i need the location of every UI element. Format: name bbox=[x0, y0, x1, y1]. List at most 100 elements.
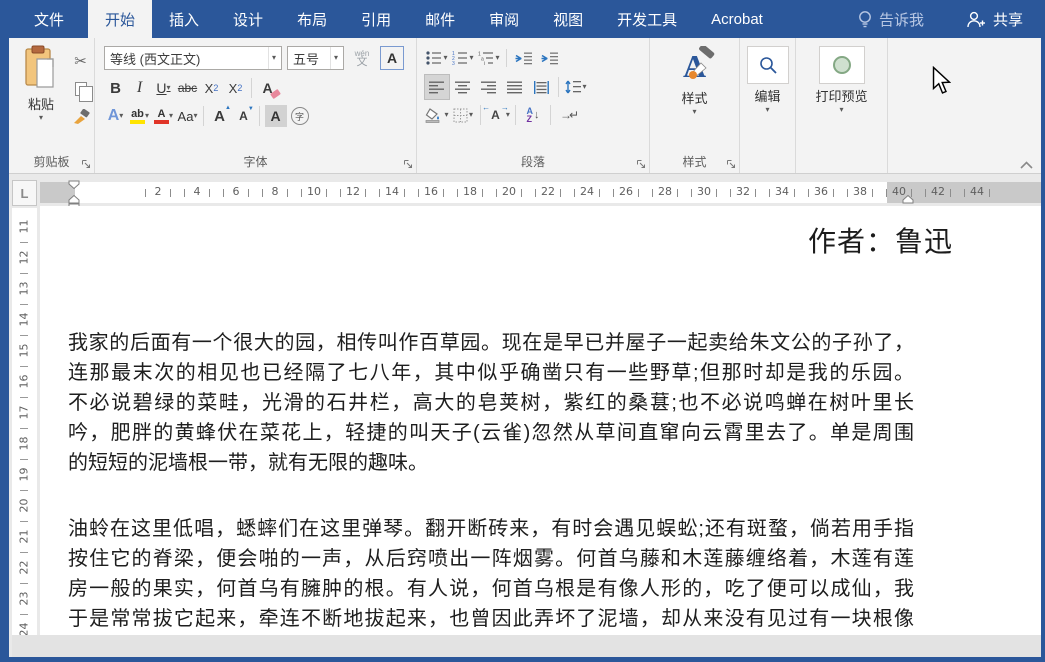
text-effects-button[interactable]: A ▾ bbox=[104, 104, 127, 128]
text-line[interactable]: 于是常常拔它起来，牵连不断地拔起来，也曾因此弄坏了泥墙，却从来没有见过有一块根像 bbox=[68, 604, 914, 634]
change-case-button[interactable]: Aa ▾ bbox=[176, 104, 199, 128]
bullets-button[interactable]: ▾ bbox=[425, 46, 449, 70]
subscript-button[interactable]: X2 bbox=[200, 76, 223, 100]
show-hide-marks-button[interactable]: →↵ bbox=[556, 103, 580, 127]
align-right-button[interactable] bbox=[477, 75, 501, 99]
text-line[interactable]: 连那最末次的相见也已经隔了七八年，其中似乎确凿只有一些野草;但那时却是我的乐园。 bbox=[68, 358, 914, 388]
share-button[interactable]: 共享 bbox=[966, 9, 1023, 30]
font-dialog-launcher[interactable] bbox=[403, 159, 413, 169]
tab-布局[interactable]: 布局 bbox=[280, 0, 344, 38]
paragraph-dialog-launcher[interactable] bbox=[636, 159, 646, 169]
distribute-text-button[interactable] bbox=[529, 75, 553, 99]
font-size-dropdown-arrow[interactable]: ▾ bbox=[329, 47, 341, 69]
tell-me-button[interactable]: 告诉我 bbox=[858, 9, 924, 30]
sort-button[interactable]: AZ ↓ bbox=[521, 103, 545, 127]
font-name-dropdown-arrow[interactable]: ▾ bbox=[267, 47, 279, 69]
v-ruler-tick bbox=[20, 428, 28, 429]
tab-开始[interactable]: 开始 bbox=[88, 0, 153, 38]
tab-邮件[interactable]: 邮件 bbox=[408, 0, 472, 38]
format-painter-button[interactable] bbox=[69, 105, 92, 128]
document-workspace: L 2 4 6 8 10 12 14 16 18 20 22 24 26 28 30 32 34 36 38 40 42… bbox=[9, 174, 1041, 657]
text-line[interactable]: 的短短的泥墙根一带，就有无限的趣味。 bbox=[68, 448, 914, 478]
paste-dropdown-arrow[interactable]: ▾ bbox=[39, 114, 43, 122]
underline-button[interactable]: U ▾ bbox=[152, 76, 175, 100]
font-size-combobox[interactable]: 五号 ▾ bbox=[287, 46, 344, 70]
superscript-button[interactable]: X2 bbox=[224, 76, 247, 100]
h-ruler-tick bbox=[145, 189, 146, 197]
increase-indent-button[interactable] bbox=[538, 46, 562, 70]
editing-dropdown-arrow[interactable]: ▾ bbox=[765, 106, 769, 114]
borders-button[interactable]: ▾ bbox=[451, 103, 475, 127]
character-shading-button[interactable]: A bbox=[264, 104, 287, 128]
text-line[interactable]: 按住它的脊梁，便会啪的一声，从后窍喷出一阵烟雾。何首乌藤和木莲藤缠络着，木莲有莲 bbox=[68, 544, 914, 574]
cut-button[interactable]: ✂ bbox=[69, 49, 92, 72]
author-line[interactable]: 作者：鲁迅 bbox=[808, 220, 953, 260]
vertical-ruler[interactable]: 11 12 13 14 15 16 17 18 19 20 21 22 23 24 bbox=[12, 208, 37, 637]
text-line[interactable]: 房一般的果实，何首乌有臃肿的根。有人说，何首乌根是有像人形的，吃了便可以成仙，我 bbox=[68, 574, 914, 604]
tab-开发工具[interactable]: 开发工具 bbox=[600, 0, 694, 38]
paste-button[interactable]: 粘贴 ▾ bbox=[17, 45, 65, 128]
first-line-indent-marker[interactable] bbox=[68, 180, 80, 189]
text-line[interactable]: 吟，肥胖的黄蜂伏在菜花上，轻捷的叫天子(云雀)忽然从草间直窜向云霄里去了。单是周… bbox=[68, 418, 914, 448]
justify-button[interactable] bbox=[503, 75, 527, 99]
character-border-button[interactable]: A bbox=[380, 46, 404, 70]
shrink-font-button[interactable]: A bbox=[232, 104, 255, 128]
decrease-indent-button[interactable] bbox=[512, 46, 536, 70]
strikethrough-button[interactable]: abc bbox=[176, 76, 199, 100]
shading-button[interactable]: ▾ bbox=[425, 103, 449, 127]
tab-Acrobat[interactable]: Acrobat bbox=[694, 0, 780, 38]
h-ruler-tick bbox=[574, 189, 575, 197]
enclose-characters-button[interactable]: 字 bbox=[288, 104, 311, 128]
paragraph-2[interactable]: 油蛉在这里低唱，蟋蟀们在这里弹琴。翻开断砖来，有时会遇见蜈蚣;还有斑蝥，倘若用手… bbox=[68, 514, 914, 634]
grow-font-button[interactable]: A bbox=[208, 104, 231, 128]
editing-button[interactable]: 编辑 ▾ bbox=[740, 38, 795, 114]
h-ruler-number: 26 bbox=[619, 185, 633, 198]
v-ruler-number: 11 bbox=[17, 219, 31, 234]
font-group-label[interactable]: 字体 bbox=[95, 154, 416, 172]
clipboard-dialog-launcher[interactable] bbox=[81, 159, 91, 169]
tab-设计[interactable]: 设计 bbox=[216, 0, 280, 38]
print-preview-dropdown-arrow[interactable]: ▾ bbox=[839, 106, 843, 114]
text-line[interactable]: 油蛉在这里低唱，蟋蟀们在这里弹琴。翻开断砖来，有时会遇见蜈蚣;还有斑蝥，倘若用手… bbox=[68, 514, 914, 544]
collapse-ribbon-chevron[interactable] bbox=[1020, 161, 1033, 169]
horizontal-ruler[interactable]: 2 4 6 8 10 12 14 16 18 20 22 24 26 28 30 32 34 36 38 40 42 44 bbox=[40, 180, 1041, 211]
bold-button[interactable]: B bbox=[104, 76, 127, 100]
underline-dropdown-arrow[interactable]: ▾ bbox=[167, 84, 171, 92]
tab-插入[interactable]: 插入 bbox=[152, 0, 216, 38]
tab-视图[interactable]: 视图 bbox=[536, 0, 600, 38]
tab-审阅[interactable]: 审阅 bbox=[472, 0, 536, 38]
styles-dialog-launcher[interactable] bbox=[726, 159, 736, 169]
copy-button[interactable] bbox=[69, 77, 93, 102]
document-page[interactable]: 作者：鲁迅 我家的后面有一个很大的园，相传叫作百草园。现在是早已并屋子一起卖给朱… bbox=[40, 206, 1041, 635]
h-ruler-tick bbox=[847, 189, 848, 197]
h-ruler-tick bbox=[457, 189, 458, 197]
italic-button[interactable]: I bbox=[128, 76, 151, 100]
tab-stop-selector[interactable]: L bbox=[12, 180, 37, 206]
font-name-combobox[interactable]: 等线 (西文正文) ▾ bbox=[104, 46, 282, 70]
text-line[interactable]: 我家的后面有一个很大的园，相传叫作百草园。现在是早已并屋子一起卖给朱文公的子孙了… bbox=[68, 328, 914, 358]
h-ruler-tick bbox=[964, 189, 965, 197]
multilevel-list-button[interactable]: 1ai ▾ bbox=[477, 46, 501, 70]
align-left-button[interactable] bbox=[424, 74, 450, 100]
asian-layout-button[interactable]: A ▾ bbox=[482, 103, 510, 127]
paragraph-group-label[interactable]: 段落 bbox=[417, 154, 649, 172]
h-ruler-tick bbox=[248, 189, 249, 197]
styles-dropdown-arrow[interactable]: ▾ bbox=[692, 108, 696, 116]
text-line[interactable]: 不必说碧绿的菜畦，光滑的石井栏，高大的皂荚树，紫红的桑葚;也不必说鸣蝉在树叶里长 bbox=[68, 388, 914, 418]
h-ruler-tick bbox=[443, 189, 444, 197]
numbering-button[interactable]: 123 ▾ bbox=[451, 46, 475, 70]
font-color-button[interactable]: A ▾ bbox=[152, 104, 175, 128]
text-highlight-button[interactable]: ab ▾ bbox=[128, 104, 151, 128]
v-ruler-tick bbox=[20, 335, 28, 336]
tab-文件[interactable]: 文件 bbox=[10, 0, 88, 38]
print-preview-button[interactable]: 打印预览 ▾ bbox=[796, 38, 887, 114]
align-center-button[interactable] bbox=[451, 75, 475, 99]
styles-button[interactable]: A 样式 ▾ bbox=[650, 38, 739, 116]
h-ruler-tick bbox=[925, 189, 926, 197]
clear-formatting-button[interactable]: A bbox=[256, 76, 279, 100]
document-body[interactable]: 我家的后面有一个很大的园，相传叫作百草园。现在是早已并屋子一起卖给朱文公的子孙了… bbox=[68, 328, 914, 634]
tab-引用[interactable]: 引用 bbox=[344, 0, 408, 38]
phonetic-guide-button[interactable]: wén 文 bbox=[349, 49, 375, 68]
paragraph-1[interactable]: 我家的后面有一个很大的园，相传叫作百草园。现在是早已并屋子一起卖给朱文公的子孙了… bbox=[68, 328, 914, 478]
line-spacing-button[interactable]: ▾ bbox=[564, 75, 588, 99]
